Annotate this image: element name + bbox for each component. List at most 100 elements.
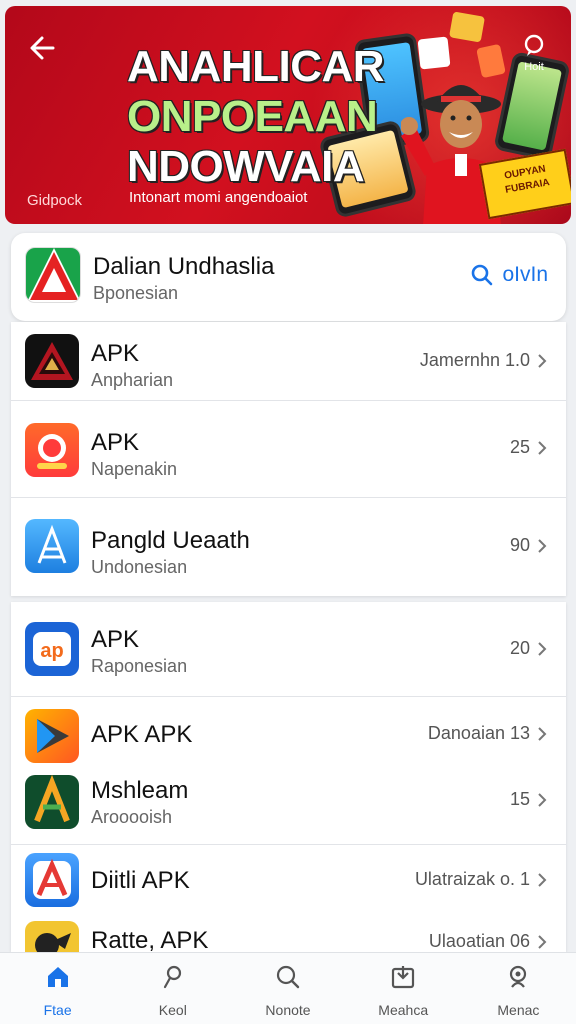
featured-app-card[interactable]: Dalian Undhaslia Bponesian oIvIn [11,233,566,321]
banner-corner-badge[interactable]: Hoit [519,34,549,73]
list-item[interactable]: APK APK Danoaian 13 [11,697,566,767]
list-item-subtitle: Anpharian [91,370,174,390]
chevron-right-icon [538,726,547,741]
banner-tile [448,11,486,43]
chevron-right-icon [538,538,547,553]
list-item[interactable]: ap APK Raponesian 20 [11,602,566,697]
list-item[interactable]: Ratte, APK Ulaoatian 06 [11,905,566,952]
list-item-meta-text: 90 [509,535,530,555]
banner-tile [417,36,451,70]
nav-label-search: Nonote [265,1002,311,1018]
list-item-meta-text: Ulaoatian 06 [428,931,530,951]
search-icon [472,264,493,286]
chevron-right-icon [538,641,547,656]
list-item-title: APK APK [91,721,193,748]
featured-app-subtitle: Bponesian [93,283,179,303]
list-item[interactable]: Diitli APK Ulatraizak o. 1 [11,845,566,907]
list-item-subtitle: Undonesian [91,557,188,577]
list-item-meta-text: Ulatraizak o. 1 [414,869,530,889]
nav-item-home[interactable]: Ftae [0,953,115,1024]
settings-icon [510,965,527,988]
list-item-meta: Danoaian 13 [428,723,548,744]
app-icon-play-store [25,709,79,763]
list-item[interactable]: Mshleam Arooooish 15 [11,767,566,845]
tower-logo-icon [37,524,67,564]
red-a-logo-icon [33,858,71,899]
nav-item-search[interactable]: Nonote [230,953,345,1024]
banner-headline: ANAHLICAR ONPOEAAN NDOWVAIA [127,42,385,192]
banner-corner-label: Hoit [524,61,544,73]
headline-line-1: ANAHLICAR [127,42,385,91]
list-item-meta-text: 20 [509,638,530,658]
nav-label-home: Ftae [43,1002,72,1018]
nav-item-downloads[interactable]: Meahca [346,953,461,1024]
nav-item-profile[interactable]: Keol [115,953,230,1024]
app-icon-blue-ap: ap [25,622,79,676]
nav-label-profile: Keol [158,1002,187,1018]
list-item-title: APK [91,340,140,367]
list-item[interactable]: Pangld Ueaath Undonesian 90 [11,498,566,596]
list-item[interactable]: APK Anpharian Jamernhn 1.0 [11,322,566,401]
chat-bubble-icon [524,34,544,56]
app-icon-blue-tower [25,519,79,573]
svg-text:ap: ap [40,640,63,662]
chevron-right-icon [538,353,547,368]
list-item-title: Diitli APK [91,867,190,894]
list-item-meta: 20 [510,638,548,659]
list-item-meta-text: 15 [509,789,530,809]
list-item-meta: Ulaoatian 06 [429,931,548,952]
chevron-right-icon [538,440,547,455]
nav-item-settings[interactable]: Menac [461,953,576,1024]
headline-line-3: NDOWVAIA [127,142,365,191]
list-item-meta-text: Jamernhn 1.0 [419,350,530,370]
list-item-title: APK [91,429,140,456]
list-item-meta: 90 [510,535,548,556]
chevron-right-icon [538,934,547,949]
search-icon [276,965,300,989]
app-icon-green-a [25,775,79,829]
app-list-group-1: APK Anpharian Jamernhn 1.0 APK Napenakin… [11,322,566,596]
list-item-meta-text: Danoaian 13 [427,723,530,743]
list-item[interactable]: APK Napenakin 25 [11,401,566,498]
promo-banner[interactable]: OUPYAN FUBRAIA Hoit ANAHLICAR ONPOEAAN N… [5,6,571,224]
nav-label-settings: Menac [497,1002,540,1018]
list-item-meta: Ulatraizak o. 1 [415,869,548,890]
app-icon-yellow-bird [25,921,79,952]
search-action-button[interactable]: oIvIn [470,263,548,287]
dark-triangle-logo-icon [31,342,73,380]
list-item-title: APK [91,626,140,653]
back-button[interactable] [25,30,61,66]
list-item-subtitle: Raponesian [91,656,188,676]
featured-app-icon [25,247,81,303]
list-item-meta-text: 25 [509,437,530,457]
ap-logo-icon: ap [33,632,71,666]
chevron-right-icon [538,872,547,887]
banner-brand: Gidpock [27,192,83,209]
list-item-title: Ratte, APK [91,927,209,952]
person-icon [163,965,181,989]
a-logo-icon [34,775,70,823]
triangle-logo-icon [26,248,80,302]
nav-label-downloads: Meahca [378,1002,429,1018]
camera-logo-icon [37,434,67,469]
featured-app-title: Dalian Undhaslia [93,253,275,280]
app-icon-dark-triangle [25,334,79,388]
banner-subtitle: Intonart momi angendoaiot [129,189,308,206]
app-list-group-2: ap APK Raponesian 20 APK APK Danoaian 13 [11,602,566,952]
app-icon-orange-camera [25,423,79,477]
headline-line-2: ONPOEAAN [127,92,378,141]
list-item-meta: 25 [510,437,548,458]
play-logo-icon [37,719,69,753]
app-icon-blue-red-a [25,853,79,907]
download-icon [392,966,415,989]
list-item-subtitle: Napenakin [91,459,178,479]
bird-logo-icon [35,933,71,952]
back-arrow-icon [30,36,55,60]
list-item-subtitle: Arooooish [91,807,173,827]
list-item-title: Pangld Ueaath [91,527,250,554]
bottom-navigation: Ftae Keol Nonote Meahca Menac [0,952,576,1024]
list-item-title: Mshleam [91,777,189,804]
list-item-meta: Jamernhn 1.0 [420,350,548,371]
home-icon [47,967,68,987]
search-action-label: oIvIn [502,263,548,286]
